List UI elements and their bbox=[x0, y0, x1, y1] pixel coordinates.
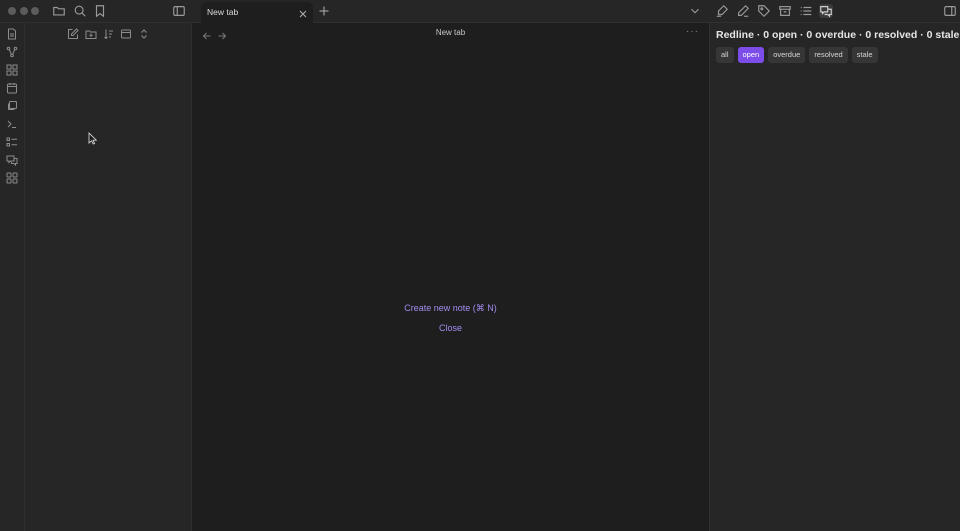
main-editor: New tab ··· Create new note (⌘ N) Close bbox=[192, 23, 709, 531]
tab-list-chevron-down-icon[interactable] bbox=[688, 4, 702, 18]
redline-filter-bar: all open overdue resolved stale bbox=[716, 47, 878, 63]
tab-new-tab[interactable]: New tab bbox=[201, 2, 313, 23]
create-new-note-link[interactable]: Create new note (⌘ N) bbox=[192, 303, 709, 314]
sort-icon[interactable] bbox=[103, 28, 115, 40]
pen-icon[interactable] bbox=[736, 4, 750, 18]
checklist-icon[interactable] bbox=[6, 136, 18, 148]
new-folder-icon[interactable] bbox=[85, 28, 97, 40]
redline-summary-heading: Redline · 0 open · 0 overdue · 0 resolve… bbox=[716, 29, 960, 41]
canvas-icon[interactable] bbox=[6, 64, 18, 76]
window-minimize-dot[interactable] bbox=[20, 7, 28, 15]
comments-icon[interactable] bbox=[819, 4, 833, 18]
page-title: New tab bbox=[435, 28, 466, 37]
file-explorer bbox=[25, 23, 192, 531]
left-ribbon bbox=[0, 23, 25, 531]
terminal-icon[interactable] bbox=[6, 118, 18, 130]
highlighter-icon[interactable] bbox=[715, 4, 729, 18]
new-note-icon[interactable] bbox=[67, 28, 79, 40]
more-options-icon[interactable]: ··· bbox=[686, 26, 699, 37]
window-close-dot[interactable] bbox=[8, 7, 16, 15]
filter-stale[interactable]: stale bbox=[851, 47, 878, 63]
right-sidebar-toggle-icon[interactable] bbox=[943, 4, 957, 18]
tab-title: New tab bbox=[207, 7, 239, 17]
redline-panel: Redline · 0 open · 0 overdue · 0 resolve… bbox=[709, 23, 960, 531]
tag-icon[interactable] bbox=[757, 4, 771, 18]
mouse-cursor-icon bbox=[88, 131, 98, 145]
bookmark-icon[interactable] bbox=[93, 4, 107, 18]
filter-all[interactable]: all bbox=[716, 47, 734, 63]
chat-icon[interactable] bbox=[6, 154, 18, 166]
collapse-icon[interactable] bbox=[120, 28, 132, 40]
new-tab-plus-icon[interactable] bbox=[318, 4, 330, 16]
filter-resolved[interactable]: resolved bbox=[809, 47, 848, 63]
filter-overdue[interactable]: overdue bbox=[768, 47, 806, 63]
expand-icon[interactable] bbox=[138, 28, 150, 40]
file-icon[interactable] bbox=[6, 28, 18, 40]
copy-icon[interactable] bbox=[6, 100, 18, 112]
graph-icon[interactable] bbox=[6, 46, 18, 58]
window-zoom-dot[interactable] bbox=[31, 7, 39, 15]
close-tab-link[interactable]: Close bbox=[192, 323, 709, 333]
tab-close-icon[interactable] bbox=[298, 6, 308, 18]
search-icon[interactable] bbox=[73, 4, 87, 18]
title-bar: New tab bbox=[0, 0, 960, 23]
sidebar-toggle-icon[interactable] bbox=[172, 4, 186, 18]
folder-icon[interactable] bbox=[52, 4, 66, 18]
archive-icon[interactable] bbox=[778, 4, 792, 18]
filter-open[interactable]: open bbox=[737, 47, 765, 63]
list-icon[interactable] bbox=[799, 4, 813, 18]
apps-icon[interactable] bbox=[6, 172, 18, 184]
calendar-icon[interactable] bbox=[6, 82, 18, 94]
